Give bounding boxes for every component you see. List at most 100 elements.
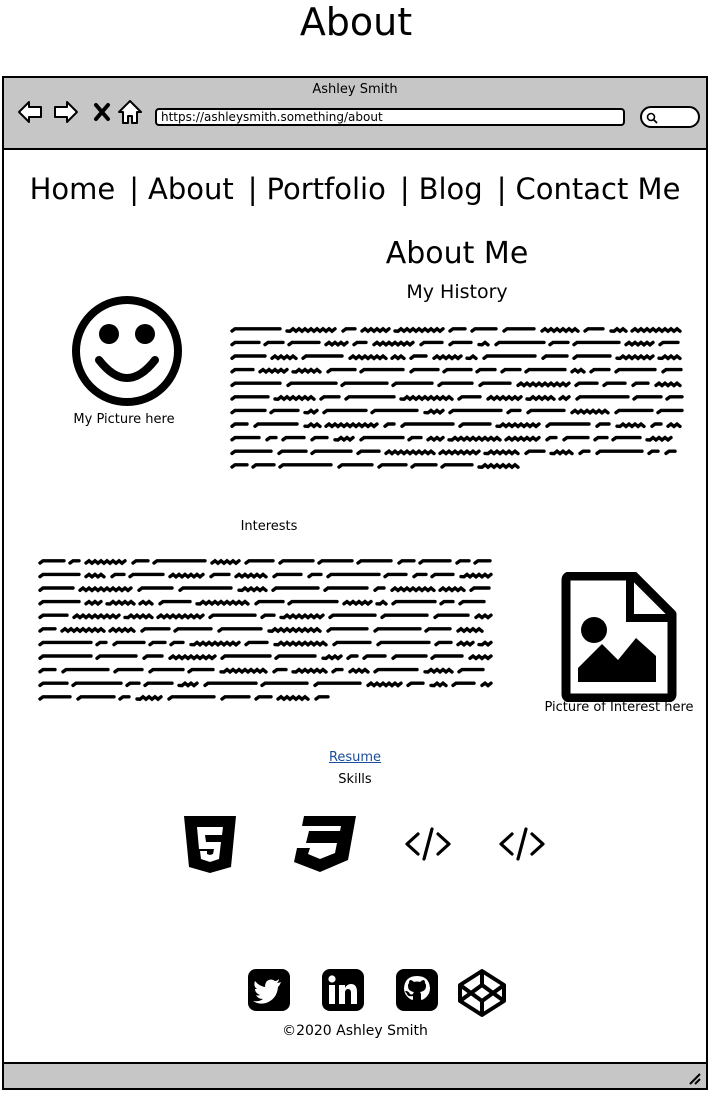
placeholder-text-line	[631, 381, 650, 388]
url-bar[interactable]: https://ashleysmith.something/about	[155, 108, 625, 126]
nav-home[interactable]: Home	[30, 171, 116, 207]
placeholder-text-line	[260, 613, 276, 620]
placeholder-text-line	[665, 395, 684, 401]
nav-portfolio[interactable]: Portfolio	[267, 171, 386, 207]
placeholder-text-line	[459, 572, 493, 579]
placeholder-text-line	[540, 326, 580, 334]
placeholder-text-line	[383, 422, 396, 428]
placeholder-text-line	[337, 463, 374, 469]
placeholder-text-line	[322, 408, 368, 415]
history-text-block	[230, 324, 690, 480]
placeholder-text-line	[287, 599, 339, 606]
placeholder-text-line	[324, 340, 349, 347]
placeholder-text-line	[545, 435, 558, 442]
placeholder-text-line	[562, 435, 590, 442]
placeholder-text-line	[430, 572, 455, 579]
placeholder-text-line	[210, 558, 241, 566]
placeholder-text-line	[251, 463, 276, 469]
placeholder-text-line	[373, 667, 419, 674]
placeholder-text-line	[167, 695, 216, 701]
placeholder-text-line	[473, 559, 492, 565]
placeholder-text-line	[105, 599, 136, 607]
placeholder-text-line	[168, 572, 205, 579]
image-file-icon	[560, 571, 678, 706]
placeholder-text-line	[168, 653, 217, 661]
placeholder-text-line	[71, 681, 123, 688]
placeholder-text-line	[271, 586, 320, 592]
placeholder-text-line	[480, 681, 493, 688]
placeholder-text-line	[458, 599, 486, 606]
placeholder-text-line	[95, 654, 138, 660]
nav-about[interactable]: About	[148, 171, 234, 207]
placeholder-text-line	[457, 667, 485, 674]
placeholder-text-line	[356, 559, 393, 565]
placeholder-text-line	[406, 681, 425, 688]
placeholder-text-line	[483, 449, 520, 456]
placeholder-text-line	[303, 421, 322, 429]
placeholder-text-line	[244, 559, 275, 565]
placeholder-text-line	[326, 627, 369, 633]
nav-blog[interactable]: Blog	[419, 171, 483, 207]
nav-separator: |	[399, 172, 410, 206]
placeholder-text-line	[254, 599, 285, 606]
placeholder-text-line	[230, 327, 282, 333]
placeholder-text-line	[433, 613, 470, 620]
forward-arrow-icon[interactable]	[52, 98, 80, 126]
placeholder-text-line	[448, 340, 473, 347]
github-icon[interactable]	[395, 968, 439, 1016]
placeholder-text-line	[230, 354, 267, 360]
placeholder-text-line	[281, 435, 306, 442]
placeholder-text-line	[583, 327, 605, 333]
placeholder-text-line	[38, 667, 57, 674]
placeholder-text-line	[110, 572, 126, 579]
codepen-icon[interactable]	[456, 968, 508, 1022]
placeholder-text-line	[377, 463, 408, 469]
placeholder-text-line	[38, 559, 66, 565]
placeholder-text-line	[447, 435, 502, 443]
nav-contact[interactable]: Contact Me	[516, 171, 681, 207]
placeholder-text-line	[273, 640, 328, 647]
placeholder-text-line	[654, 381, 682, 388]
placeholder-text-line	[118, 695, 131, 701]
browser-toolbar: Ashley Smith https://ashleysmith.somethi…	[4, 78, 706, 150]
placeholder-text-line	[326, 572, 381, 579]
placeholder-text-line	[314, 695, 330, 701]
twitter-icon[interactable]	[247, 968, 291, 1016]
placeholder-text-line	[574, 381, 599, 388]
placeholder-text-line	[321, 653, 343, 661]
placeholder-text-line	[609, 326, 628, 334]
placeholder-text-line	[291, 667, 328, 675]
placeholder-text-line	[287, 340, 321, 347]
linkedin-icon[interactable]	[321, 968, 365, 1016]
browser-search-field[interactable]	[640, 106, 700, 128]
placeholder-text-line	[429, 681, 448, 688]
placeholder-text-line	[143, 681, 174, 688]
search-icon	[646, 112, 658, 124]
placeholder-text-line	[258, 367, 289, 375]
placeholder-text-line	[545, 422, 591, 428]
placeholder-text-line	[541, 354, 569, 360]
placeholder-text-line	[572, 340, 621, 347]
placeholder-text-line	[272, 667, 288, 674]
placeholder-text-line	[219, 667, 268, 675]
placeholder-text-line	[38, 654, 93, 660]
placeholder-text-line	[575, 395, 630, 401]
placeholder-text-line	[128, 572, 165, 579]
stop-icon[interactable]	[88, 98, 116, 126]
css3-icon	[292, 814, 358, 878]
home-icon[interactable]	[116, 98, 144, 126]
placeholder-text-line	[572, 354, 612, 360]
browser-window: Ashley Smith https://ashleysmith.somethi…	[2, 76, 708, 1090]
placeholder-text-line	[615, 353, 655, 361]
placeholder-text-line	[424, 627, 452, 633]
resume-link[interactable]: Resume	[329, 750, 381, 765]
placeholder-text-line	[465, 353, 478, 361]
resize-grip-icon[interactable]	[686, 1070, 702, 1086]
placeholder-text-line	[578, 449, 591, 456]
window-title: Ashley Smith	[312, 82, 398, 97]
placeholder-text-line	[267, 626, 322, 634]
placeholder-text-line	[666, 421, 682, 429]
placeholder-text-line	[356, 449, 381, 456]
back-arrow-icon[interactable]	[16, 98, 44, 126]
placeholder-text-line	[230, 408, 267, 415]
